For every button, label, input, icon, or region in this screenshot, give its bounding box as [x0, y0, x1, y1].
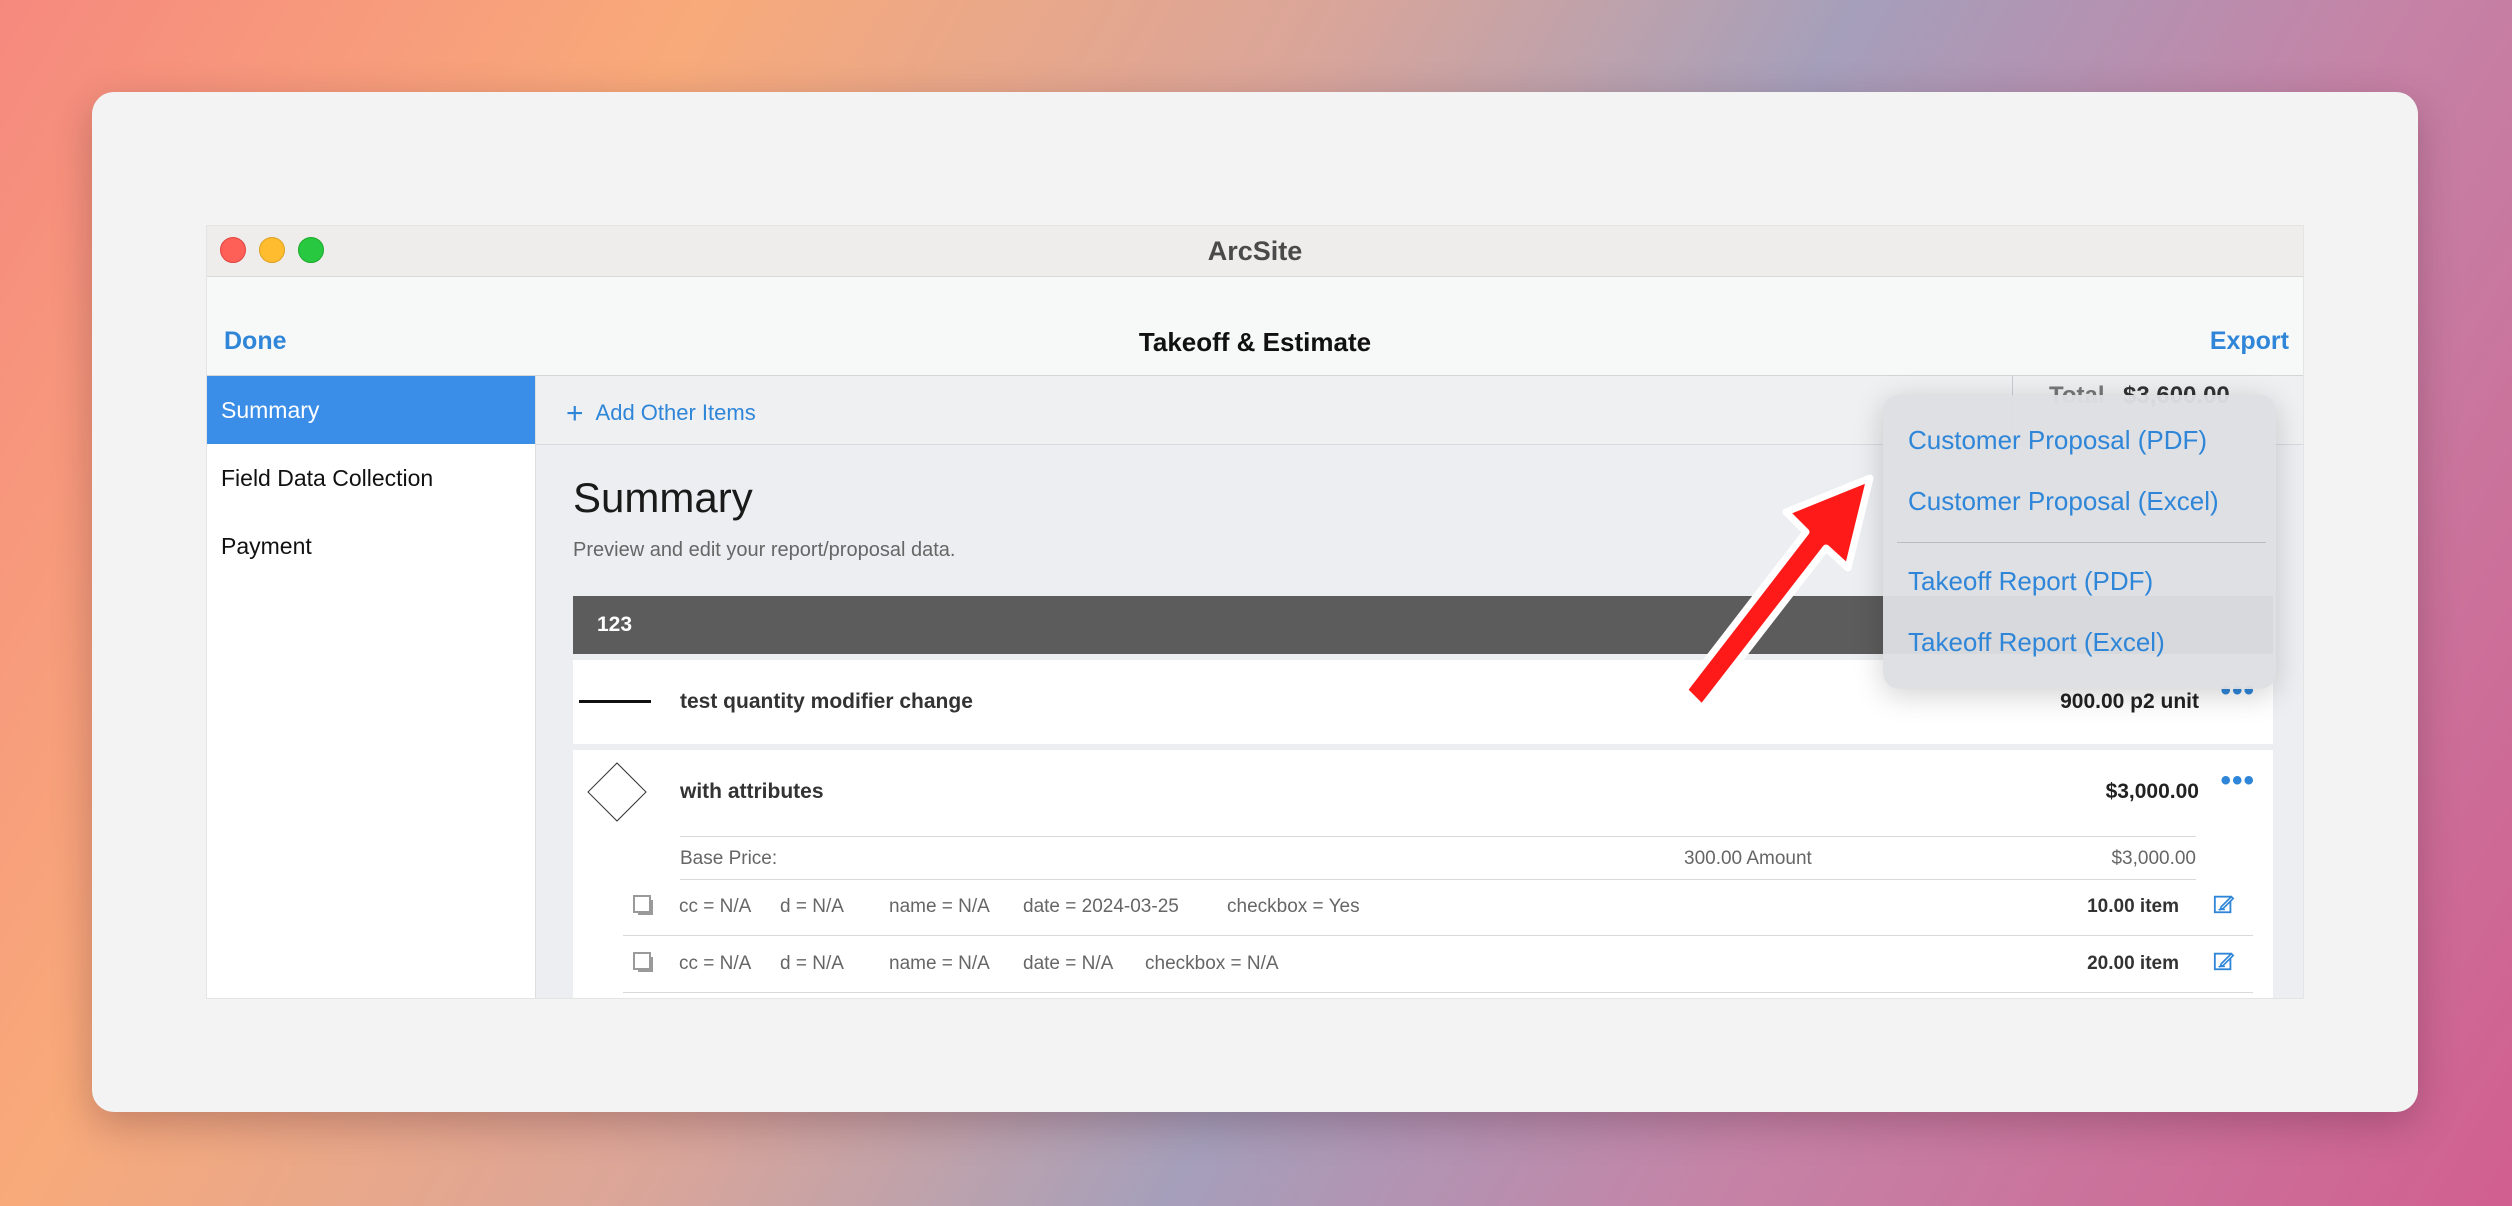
attr-quantity: 10.00 item — [2087, 896, 2179, 917]
attr-name: name = N/A — [889, 896, 990, 917]
attr-date: date = 2024-03-25 — [1023, 896, 1179, 917]
group-name: 123 — [597, 613, 633, 636]
attr-name: name = N/A — [889, 953, 990, 974]
copy-icon[interactable] — [633, 895, 653, 915]
list-item[interactable]: with attributes $3,000.00 ••• Base Price… — [573, 750, 2273, 998]
export-menu: Customer Proposal (PDF) Customer Proposa… — [1883, 395, 2276, 689]
attr-d: d = N/A — [780, 953, 844, 974]
export-takeoff-report-pdf[interactable]: Takeoff Report (PDF) — [1908, 566, 2153, 597]
base-price-amount: $3,000.00 — [2111, 848, 2196, 869]
attr-cc: cc = N/A — [679, 896, 752, 917]
menu-divider — [1897, 542, 2266, 543]
navigation-bar: Done Takeoff & Estimate Export — [207, 277, 2303, 376]
export-takeoff-report-excel[interactable]: Takeoff Report (Excel) — [1908, 627, 2165, 658]
sidebar-item-field-data-collection[interactable]: Field Data Collection — [207, 444, 535, 512]
item-amount: $3,000.00 — [2105, 780, 2199, 803]
base-price-row: Base Price: 300.00 Amount $3,000.00 — [680, 836, 2196, 880]
add-other-items-button[interactable]: + Add Other Items — [566, 397, 756, 431]
attr-quantity: 20.00 item — [2087, 953, 2179, 974]
summary-heading: Summary — [573, 474, 753, 521]
export-customer-proposal-excel[interactable]: Customer Proposal (Excel) — [1908, 486, 2219, 517]
line-icon — [579, 700, 651, 703]
more-icon[interactable]: ••• — [2220, 764, 2255, 798]
item-name: with attributes — [680, 780, 824, 803]
add-other-items-label: Add Other Items — [595, 400, 756, 425]
attr-cc: cc = N/A — [679, 953, 752, 974]
sidebar-item-summary[interactable]: Summary — [207, 376, 535, 444]
sidebar-item-payment[interactable]: Payment — [207, 512, 535, 580]
export-button[interactable]: Export — [2210, 327, 2289, 356]
item-name: test quantity modifier change — [680, 690, 973, 713]
base-price-label: Base Price: — [680, 848, 778, 869]
attribute-row: cc = N/A d = N/A name = N/A date = 2024-… — [623, 879, 2253, 936]
copy-icon[interactable] — [633, 952, 653, 972]
window-title: ArcSite — [1207, 236, 1303, 266]
title-bar: ArcSite — [207, 226, 2303, 277]
attr-checkbox: checkbox = N/A — [1145, 953, 1279, 974]
base-price-qty: 300.00 Amount — [1684, 848, 1812, 869]
edit-icon[interactable] — [2213, 950, 2235, 972]
sidebar: Summary Field Data Collection Payment — [207, 376, 536, 998]
edit-icon[interactable] — [2213, 893, 2235, 915]
annotation-arrow-icon — [1680, 474, 1874, 712]
plus-icon: + — [566, 397, 584, 430]
attr-checkbox: checkbox = Yes — [1227, 896, 1360, 917]
item-amount: 900.00 p2 unit — [2060, 690, 2199, 713]
export-customer-proposal-pdf[interactable]: Customer Proposal (PDF) — [1908, 425, 2207, 456]
attr-d: d = N/A — [780, 896, 844, 917]
attribute-row: cc = N/A d = N/A name = N/A date = N/A c… — [623, 936, 2253, 993]
summary-subtitle: Preview and edit your report/proposal da… — [573, 539, 956, 561]
attr-date: date = N/A — [1023, 953, 1114, 974]
diamond-icon — [587, 762, 647, 822]
page-title: Takeoff & Estimate — [1138, 327, 1372, 357]
